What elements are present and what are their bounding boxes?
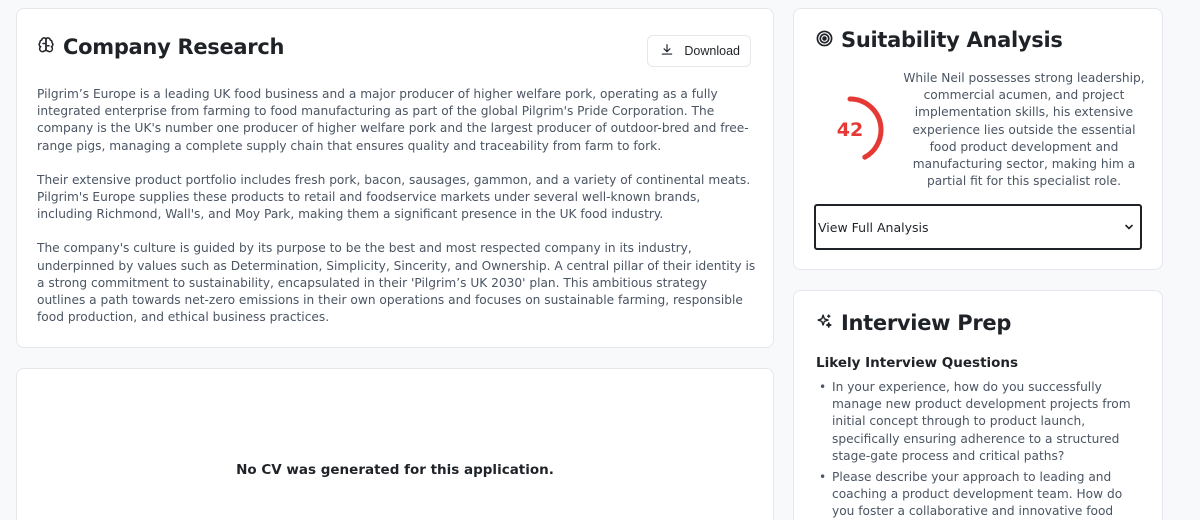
brain-icon bbox=[37, 35, 55, 59]
company-research-heading: Company Research bbox=[37, 35, 284, 59]
interview-prep-heading: Interview Prep bbox=[816, 311, 1011, 335]
full-analysis-label: View Full Analysis bbox=[818, 219, 929, 235]
download-icon bbox=[660, 43, 674, 60]
suitability-score: 42 bbox=[836, 119, 864, 141]
suitability-title: Suitability Analysis bbox=[841, 28, 1063, 52]
suitability-heading: Suitability Analysis bbox=[816, 28, 1063, 52]
likely-questions-heading: Likely Interview Questions bbox=[816, 355, 1019, 371]
company-research-card: Company Research Download Pilgrim’s Euro… bbox=[16, 8, 774, 348]
cv-card: No CV was generated for this application… bbox=[16, 368, 774, 520]
list-item: Please describe your approach to leading… bbox=[816, 469, 1138, 520]
no-cv-message: No CV was generated for this application… bbox=[236, 462, 554, 478]
chevron-down-icon bbox=[1124, 220, 1134, 235]
list-item: In your experience, how do you successfu… bbox=[816, 379, 1138, 465]
suitability-analysis-card: Suitability Analysis 42 While Neil posse… bbox=[793, 8, 1163, 270]
download-button[interactable]: Download bbox=[647, 35, 751, 67]
suitability-summary: While Neil possesses strong leadership, … bbox=[903, 71, 1145, 189]
research-paragraph: Pilgrim’s Europe is a leading UK food bu… bbox=[37, 87, 749, 153]
interview-prep-title: Interview Prep bbox=[841, 311, 1012, 335]
interview-prep-card: Interview Prep Likely Interview Question… bbox=[793, 290, 1163, 520]
full-analysis-select[interactable]: View Full Analysis bbox=[814, 204, 1142, 250]
application-details-page: Company Research Download Pilgrim’s Euro… bbox=[0, 0, 1200, 520]
sparkles-icon bbox=[816, 311, 833, 335]
research-paragraph: The company's culture is guided by its p… bbox=[37, 241, 756, 325]
company-research-title: Company Research bbox=[63, 35, 285, 59]
target-icon bbox=[816, 28, 833, 52]
download-label: Download bbox=[684, 44, 740, 58]
company-research-text: Pilgrim’s Europe is a leading UK food bu… bbox=[37, 86, 757, 343]
interview-questions-list: In your experience, how do you successfu… bbox=[816, 379, 1138, 520]
research-paragraph: Their extensive product portfolio includ… bbox=[37, 172, 751, 222]
